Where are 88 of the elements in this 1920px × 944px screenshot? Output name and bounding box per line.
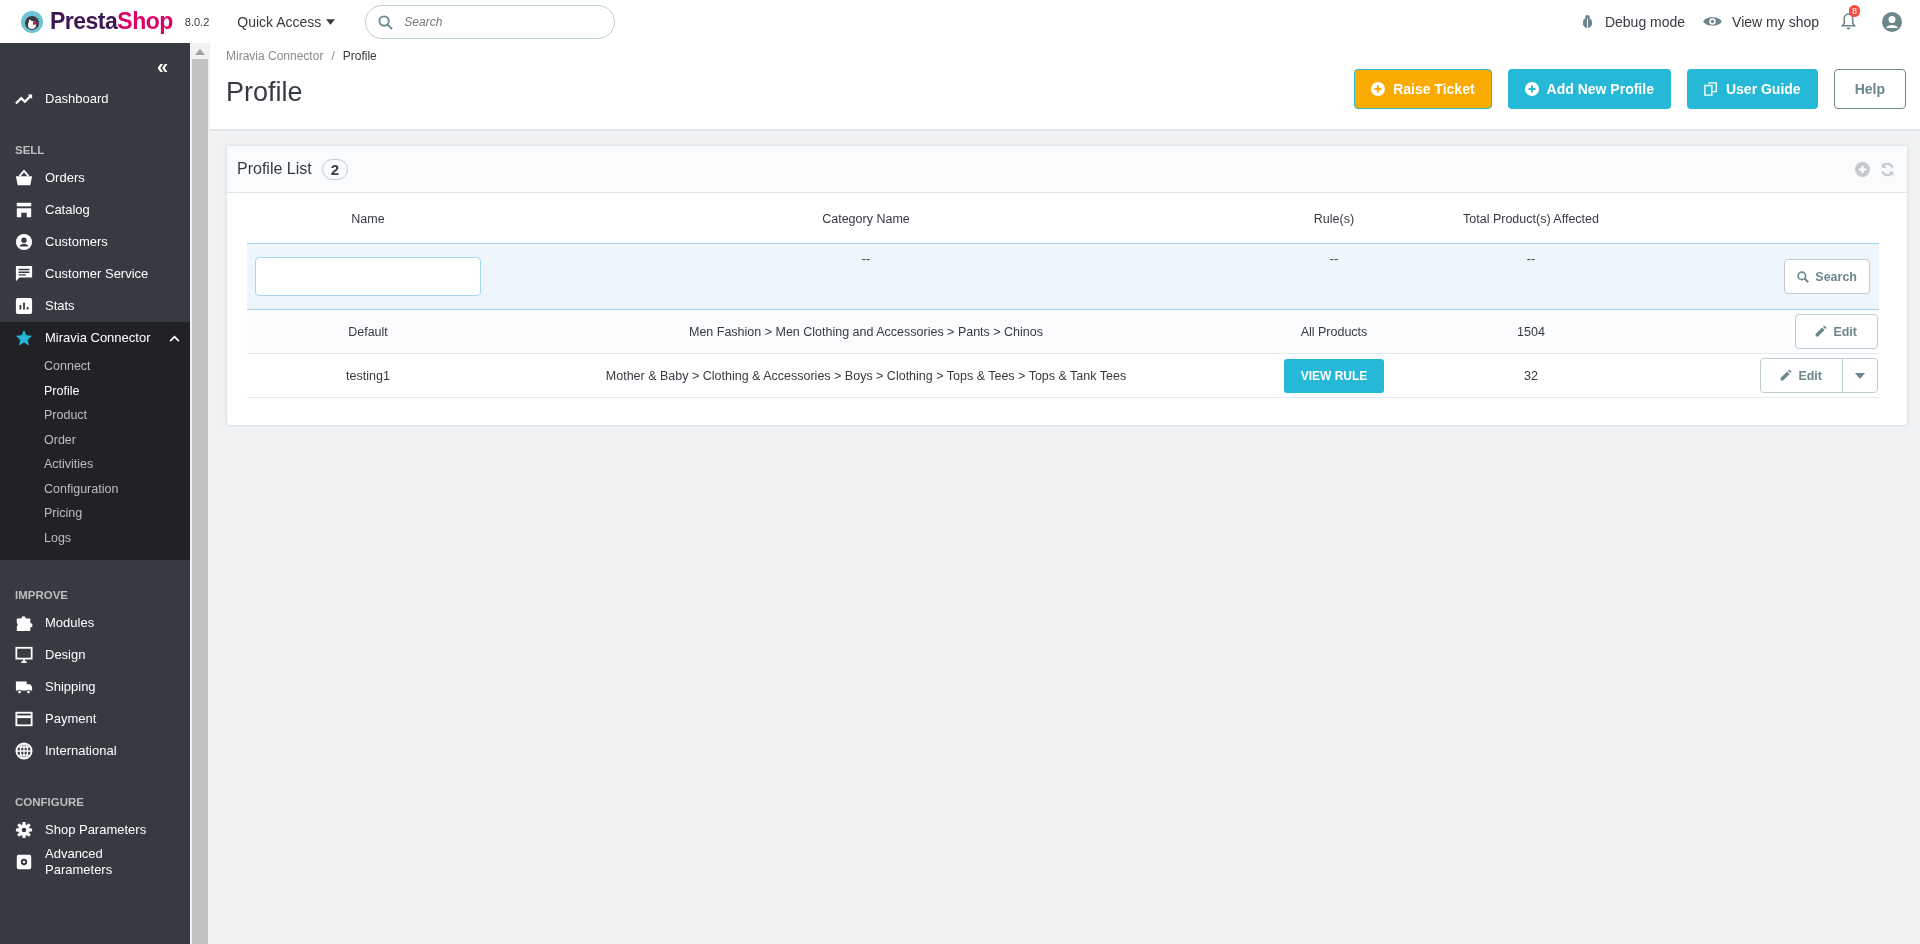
version-label: 8.0.2 [184, 15, 210, 28]
table-cell: All Products [1300, 324, 1368, 339]
dash-text: -- [1329, 252, 1339, 266]
collapse-button[interactable]: « [156, 49, 168, 83]
sidebar-item[interactable]: Modules [0, 607, 190, 639]
eye-icon [1703, 15, 1723, 28]
person-icon [15, 233, 33, 251]
submenu-item[interactable]: Configuration [0, 476, 119, 501]
store-icon [15, 201, 33, 219]
star-icon [15, 329, 33, 347]
sidebar-item[interactable]: Design [0, 639, 190, 671]
view-shop-link[interactable]: View my shop [1703, 13, 1819, 30]
submenu-item[interactable]: Pricing [0, 501, 83, 526]
add-icon[interactable] [1855, 161, 1870, 177]
notification-badge: 8 [1849, 5, 1860, 17]
column-header: Rule(s) [1243, 211, 1425, 244]
submenu-item[interactable]: Profile [0, 378, 80, 403]
pencil-icon [1779, 369, 1793, 382]
bar-chart-icon [15, 297, 33, 315]
bug-icon [1579, 14, 1595, 29]
quick-access-menu[interactable]: Quick Access [237, 13, 336, 30]
submenu-item[interactable]: Order [0, 427, 76, 452]
header-button[interactable]: Help [1833, 69, 1906, 109]
sidebar-item[interactable]: Stats [0, 290, 190, 322]
search-icon [378, 14, 394, 30]
puffin-logo-icon [20, 9, 44, 34]
dash-text: -- [1526, 252, 1536, 266]
table-cell: testing1 [346, 368, 390, 383]
gear-icon [15, 821, 33, 839]
sidebar-item[interactable]: Shop Parameters [0, 814, 190, 846]
section-heading: IMPROVE [14, 588, 70, 603]
search-icon [1797, 270, 1810, 283]
search-field[interactable]: Search [365, 4, 616, 39]
submenu-item[interactable]: Activities [0, 452, 94, 477]
section-heading: CONFIGURE [14, 795, 85, 810]
caret-icon [1855, 372, 1865, 379]
submenu-item[interactable]: Product [0, 403, 88, 428]
scroll-up-arrow-icon[interactable] [195, 49, 205, 55]
basket-icon [15, 169, 33, 187]
debug-mode-link[interactable]: Debug mode [1579, 13, 1686, 30]
dash-text: -- [861, 252, 871, 266]
dropdown-toggle[interactable] [1842, 358, 1878, 393]
edit-button[interactable]: Edit [1795, 314, 1878, 349]
chat-icon [15, 265, 33, 283]
sidebar-item[interactable]: Customers [0, 226, 190, 258]
gear-icon [15, 853, 33, 871]
sidebar-item[interactable]: Orders [0, 162, 190, 194]
column-header: Category Name [489, 211, 1243, 244]
sidebar-item[interactable]: International [0, 735, 190, 767]
search-button[interactable]: Search [1784, 259, 1870, 294]
table-cell: Mother & Baby > Clothing & Accessories > Boys > Clothing > Tops & Tees > Tops & Tank Tees [605, 368, 1127, 383]
sidebar-item[interactable]: Catalog [0, 194, 190, 226]
puzzle-icon [15, 614, 33, 632]
globe-icon [15, 742, 33, 760]
scrollbar-thumb[interactable] [192, 59, 208, 944]
column-header: Total Product(s) Affected [1425, 211, 1637, 244]
table-cell: 1504 [1517, 324, 1545, 339]
refresh-icon[interactable] [1880, 161, 1895, 177]
chevron-up-icon [169, 334, 180, 342]
card-icon [15, 710, 33, 728]
copy-icon [1703, 82, 1718, 96]
breadcrumb-link[interactable]: Profile [342, 49, 377, 63]
caret-icon [326, 18, 336, 25]
section-heading: SELL [14, 143, 46, 158]
pencil-icon [1814, 325, 1828, 338]
table-cell: 32 [1524, 368, 1538, 383]
breadcrumb-link[interactable]: Miravia Connector [226, 49, 324, 63]
name-filter-field[interactable] [255, 257, 481, 296]
bell-icon[interactable] [1841, 13, 1856, 30]
brand-name: PrestaShop [50, 8, 173, 35]
sidebar-item[interactable]: Customer Service [0, 258, 190, 290]
account-icon[interactable] [1882, 11, 1902, 32]
edit-button[interactable]: Edit [1760, 358, 1843, 393]
breadcrumb-separator: / [331, 49, 335, 63]
sidebar-item[interactable]: Shipping [0, 671, 190, 703]
plus-circle-icon [1371, 82, 1386, 96]
submenu-item[interactable]: Connect [0, 354, 91, 379]
plus-circle-icon [1524, 82, 1539, 96]
sidebar-item[interactable]: Dashboard [0, 83, 190, 115]
monitor-icon [15, 646, 33, 664]
panel-title: Profile List [237, 160, 312, 178]
submenu-item[interactable]: Logs [0, 525, 72, 550]
table-cell: Men Fashion > Men Clothing and Accessories > Pants > Chinos [689, 324, 1043, 339]
column-header: Name [247, 211, 489, 244]
sidebar-item[interactable]: Advanced Parameters [0, 846, 190, 878]
page-title: Profile [226, 77, 304, 108]
sidebar-item[interactable]: Payment [0, 703, 190, 735]
table-cell: Default [348, 324, 388, 339]
